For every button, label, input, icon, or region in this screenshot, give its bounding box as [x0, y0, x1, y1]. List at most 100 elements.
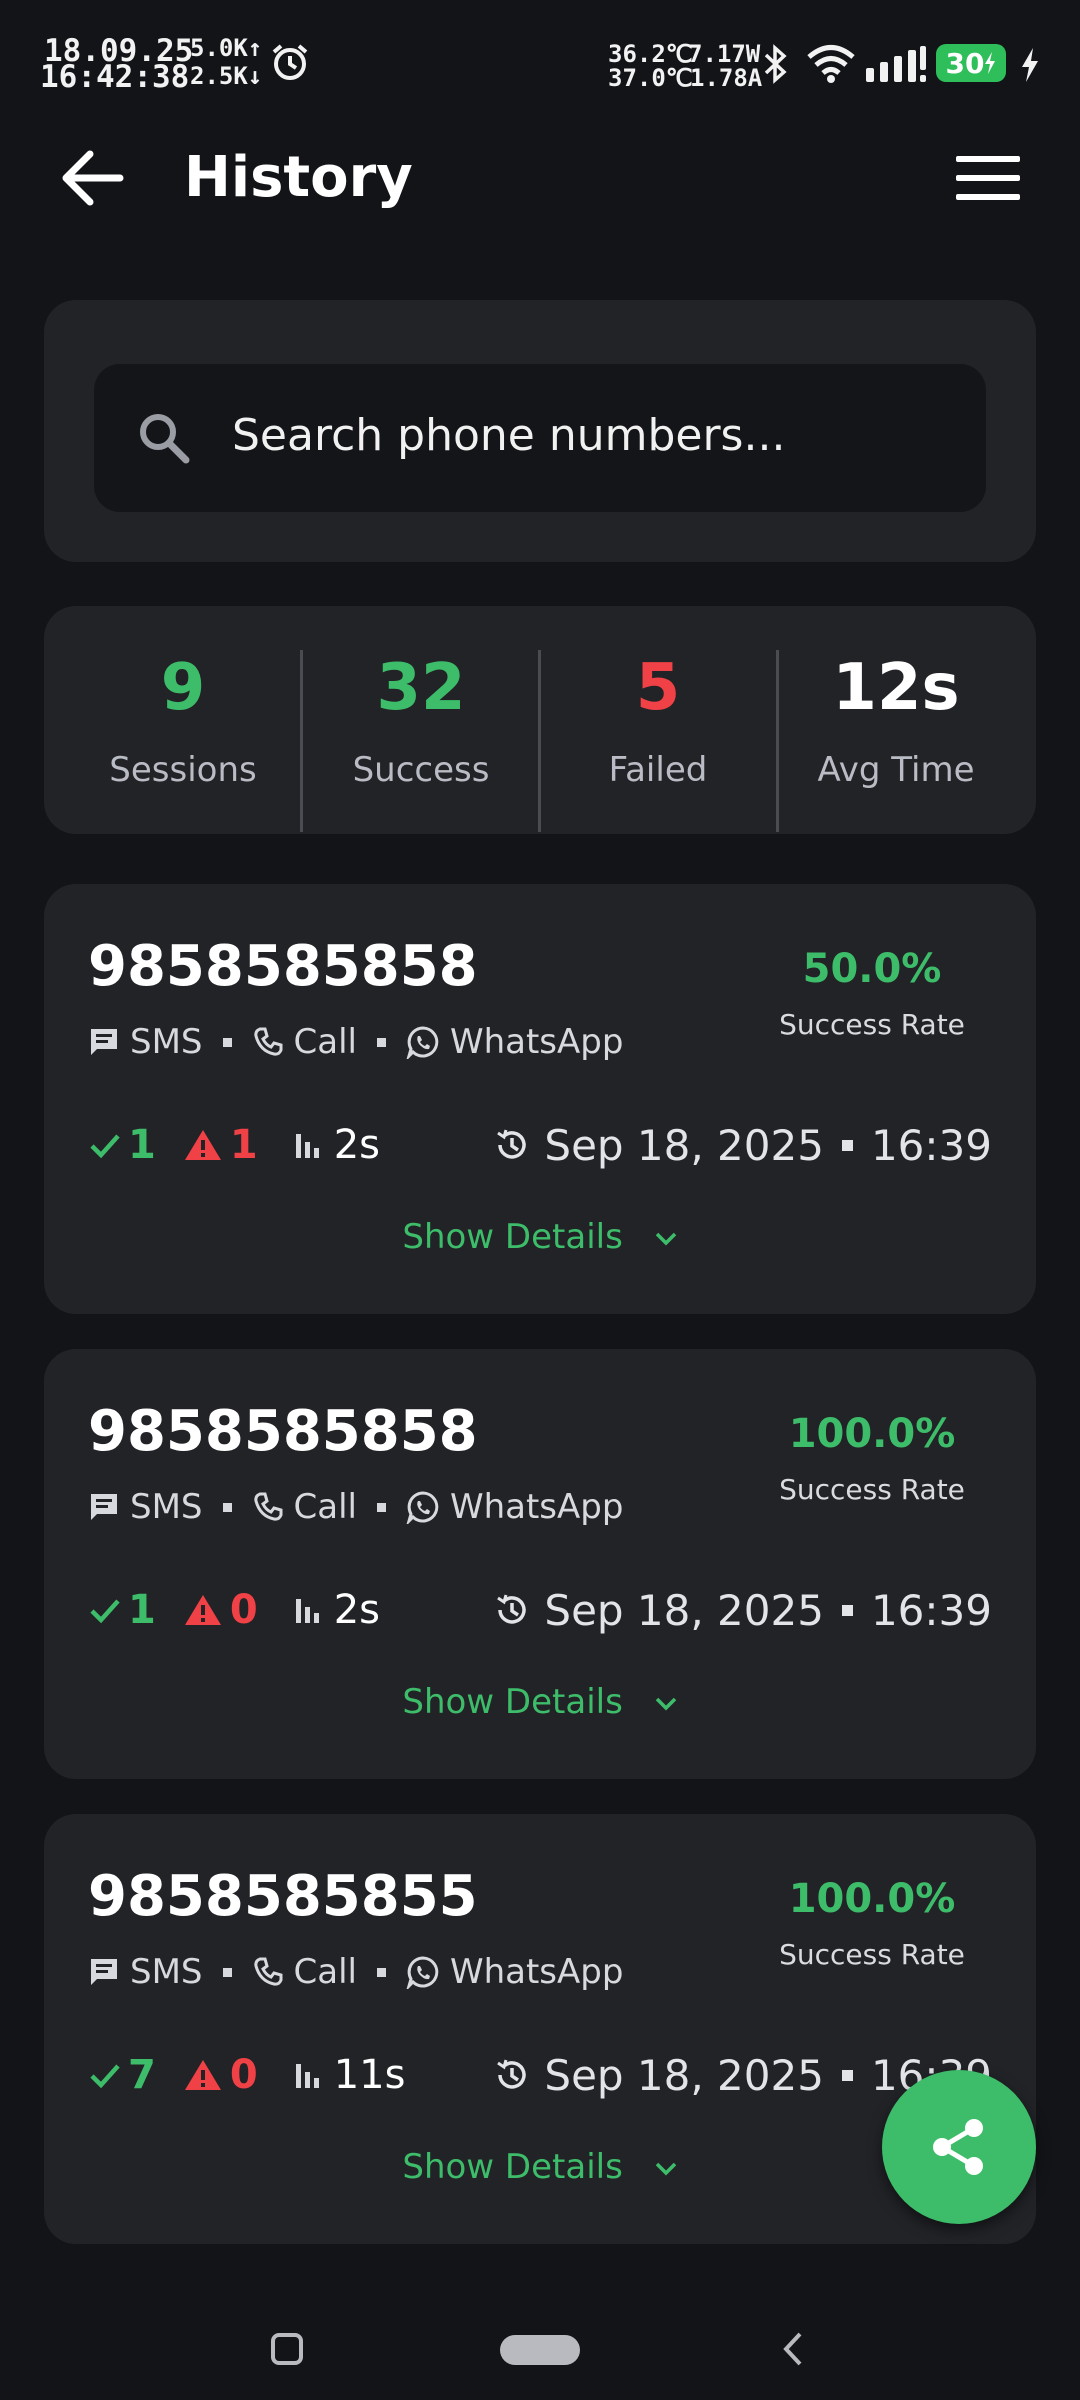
menu-icon[interactable]	[956, 154, 1020, 202]
show-details-button[interactable]: Show Details	[44, 1217, 1036, 1257]
separator-dot	[841, 1139, 853, 1151]
stats-card: 9 Sessions 32 Success 5 Failed 12s Avg T…	[44, 606, 1036, 834]
back-nav-icon[interactable]	[778, 2330, 806, 2368]
session-date: Sep 18, 2025	[544, 1585, 824, 1635]
status-bar: 18.09.25 16:42:38 5.0K↑ 2.5K↓ 36.2℃ 37.0…	[0, 0, 1080, 110]
bar-chart-icon	[295, 2064, 319, 2088]
battery-indicator: 30	[936, 44, 1006, 82]
whatsapp-icon	[406, 1956, 439, 1989]
success-count: 1	[128, 1122, 156, 1168]
current-reading: 1.78A	[690, 64, 763, 92]
session-card[interactable]: 9858585858 50.0% Success Rate SMS Call W…	[44, 884, 1036, 1314]
recent-apps-icon[interactable]	[270, 2332, 304, 2366]
stat-value: 12s	[832, 651, 960, 725]
stat-divider	[538, 650, 541, 832]
check-icon	[90, 1134, 120, 1159]
session-timestamp: Sep 18, 2025 16:39	[494, 1120, 992, 1170]
page-title: History	[184, 145, 413, 210]
back-arrow-icon[interactable]	[60, 150, 124, 206]
success-count: 1	[128, 1587, 156, 1633]
channel-list: SMS Call WhatsApp	[88, 1487, 623, 1527]
alarm-icon	[272, 44, 308, 80]
show-details-label: Show Details	[402, 2147, 623, 2187]
show-details-label: Show Details	[402, 1682, 623, 1722]
success-count: 7	[128, 2052, 156, 2098]
session-metrics: 1 0 2s	[88, 1585, 380, 1635]
stat-value: 5	[635, 651, 681, 725]
failed-count: 0	[229, 2052, 258, 2098]
warning-icon	[184, 1130, 221, 1160]
failed-count: 0	[229, 1587, 258, 1633]
channel-sms: SMS	[130, 1022, 203, 1062]
stat-avg-time: 12s Avg Time	[781, 656, 1011, 790]
net-down-speed: 2.5K↓	[190, 62, 263, 90]
bar-chart-icon	[295, 1599, 319, 1623]
stat-failed: 5 Failed	[543, 656, 773, 790]
stat-success: 32 Success	[306, 656, 536, 790]
phone-icon	[253, 1492, 282, 1521]
show-details-label: Show Details	[402, 1217, 623, 1257]
chevron-down-icon	[655, 2162, 676, 2175]
search-input[interactable]: Search phone numbers...	[94, 364, 986, 512]
separator-dot	[222, 1502, 232, 1512]
channel-list: SMS Call WhatsApp	[88, 1952, 623, 1992]
separator-dot	[376, 1037, 386, 1047]
stat-value: 32	[376, 651, 466, 725]
share-button[interactable]	[882, 2070, 1036, 2224]
channel-whatsapp: WhatsApp	[449, 1952, 624, 1992]
session-card[interactable]: 9858585858 100.0% Success Rate SMS Call …	[44, 1349, 1036, 1779]
separator-dot	[841, 1604, 853, 1616]
bluetooth-icon	[764, 44, 787, 84]
charging-icon	[1022, 48, 1038, 82]
stat-sessions: 9 Sessions	[68, 656, 298, 790]
separator-dot	[222, 1037, 232, 1047]
search-icon	[140, 414, 190, 464]
success-rate: 100.0% Success Rate	[772, 1411, 972, 1506]
show-details-button[interactable]: Show Details	[44, 1682, 1036, 1722]
warning-icon	[184, 2060, 221, 2090]
temp-1: 36.2℃	[608, 40, 693, 68]
check-icon	[90, 2064, 120, 2089]
phone-icon	[253, 1957, 282, 1986]
sms-icon	[91, 1959, 117, 1985]
session-time: 16:39	[870, 1120, 992, 1170]
stat-label: Failed	[608, 750, 708, 790]
channel-call: Call	[293, 1487, 357, 1527]
session-card[interactable]: 9858585855 100.0% Success Rate SMS Call …	[44, 1814, 1036, 2244]
search-card: Search phone numbers...	[44, 300, 1036, 562]
history-icon	[497, 1129, 527, 1159]
stat-label: Avg Time	[817, 750, 975, 790]
stat-label: Sessions	[109, 750, 257, 790]
session-duration: 2s	[333, 1122, 380, 1168]
session-timestamp: Sep 18, 2025 16:39	[494, 1585, 992, 1635]
separator-dot	[376, 1502, 386, 1512]
whatsapp-icon	[406, 1491, 439, 1524]
search-placeholder: Search phone numbers...	[232, 410, 786, 461]
home-button[interactable]	[500, 2335, 580, 2365]
session-metrics: 1 1 2s	[88, 1120, 380, 1170]
whatsapp-icon	[406, 1026, 439, 1059]
stat-divider	[776, 650, 779, 832]
success-rate-label: Success Rate	[779, 1473, 965, 1506]
signal-icon	[866, 46, 926, 82]
stat-divider	[300, 650, 303, 832]
sms-icon	[91, 1494, 117, 1520]
history-icon	[497, 2059, 527, 2089]
phone-number: 9858585855	[88, 1864, 478, 1929]
chevron-down-icon	[655, 1232, 676, 1245]
success-rate-label: Success Rate	[779, 1938, 965, 1971]
session-metrics: 7 0 11s	[88, 2050, 405, 2100]
status-time: 16:42:38	[40, 59, 190, 95]
net-up-speed: 5.0K↑	[190, 34, 263, 62]
channel-call: Call	[293, 1952, 357, 1992]
phone-icon	[253, 1027, 282, 1056]
check-icon	[90, 1599, 120, 1624]
success-rate: 50.0% Success Rate	[772, 946, 972, 1041]
separator-dot	[376, 1967, 386, 1977]
success-rate-value: 100.0%	[788, 1876, 956, 1922]
sms-icon	[91, 1029, 117, 1055]
success-rate-value: 100.0%	[788, 1411, 956, 1457]
warning-icon	[184, 1595, 221, 1625]
phone-number: 9858585858	[88, 934, 478, 999]
session-time: 16:39	[870, 1585, 992, 1635]
